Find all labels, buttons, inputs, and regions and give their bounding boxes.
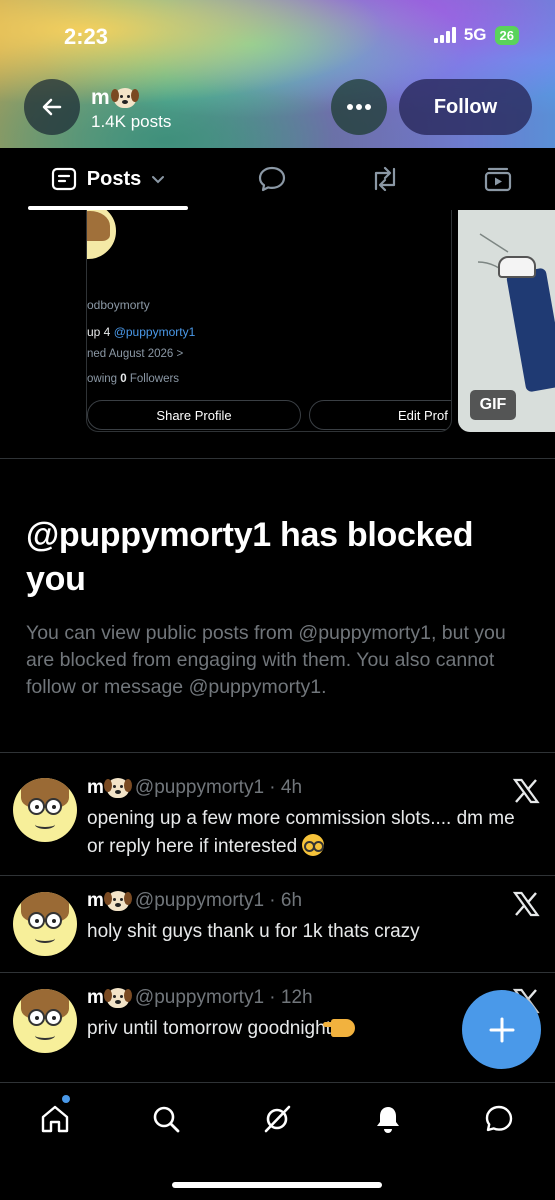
tab-media[interactable] — [482, 163, 514, 195]
post-item[interactable]: m @puppymorty1 · 6h holy shit guys thank… — [0, 876, 555, 972]
status-time: 2:23 — [64, 24, 109, 49]
blocked-title: @puppymorty1 has blocked you — [26, 516, 474, 598]
post-item[interactable]: m @puppymorty1 · 4h opening up a few mor… — [0, 753, 555, 875]
nav-search[interactable] — [148, 1101, 184, 1137]
posts-count: 1.4K posts — [91, 112, 172, 131]
profile-name: m — [91, 86, 110, 109]
gif-badge: GIF — [470, 390, 516, 420]
tab-reposts[interactable] — [369, 163, 401, 195]
blocked-description: You can view public posts from @puppymor… — [26, 622, 506, 698]
more-horizontal-icon — [347, 104, 371, 110]
bell-icon — [377, 1107, 399, 1133]
gif-cartoon-shoe — [498, 256, 536, 278]
x-logo-icon — [512, 891, 540, 917]
profile-screenshot-image[interactable]: odboymorty up 4 @puppymorty1 ned August … — [86, 210, 452, 432]
divider — [0, 458, 555, 459]
grok-icon — [264, 1105, 291, 1133]
post-text: holy shit guys thank u for 1k thats craz… — [87, 921, 420, 942]
compose-button[interactable] — [462, 990, 541, 1069]
tab-replies[interactable] — [256, 163, 288, 195]
nav-messages[interactable] — [481, 1101, 517, 1137]
follow-button[interactable]: Follow — [399, 79, 532, 135]
more-button[interactable] — [331, 79, 387, 135]
nav-notifications[interactable] — [370, 1101, 406, 1137]
nerd-face-emoji-icon — [302, 834, 325, 856]
media-icon — [484, 167, 512, 192]
network-label: 5G — [463, 25, 487, 44]
nav-grok[interactable] — [259, 1101, 295, 1137]
screenshot-joined: ned August 2026 > — [87, 348, 184, 360]
plus-icon — [489, 1017, 514, 1042]
status-indicators: 5G 26 — [433, 25, 519, 45]
tab-posts-label: Posts — [86, 167, 142, 190]
avatar[interactable] — [13, 778, 77, 842]
screenshot-counts: owing 0 Followers — [87, 373, 180, 385]
post-text: priv until tomorrow goodnight — [87, 1015, 527, 1043]
gif-thumbnail[interactable]: GIF — [458, 210, 555, 432]
back-button[interactable] — [24, 79, 80, 135]
screenshot-handle: odboymorty — [87, 298, 150, 312]
chevron-down-icon — [152, 176, 165, 184]
search-icon — [153, 1106, 180, 1133]
profile-tabs: Posts — [0, 148, 555, 210]
avatar[interactable] — [13, 892, 77, 956]
screenshot-share-profile: Share Profile — [87, 400, 301, 430]
screenshot-edit-profile: Edit Prof — [309, 400, 451, 430]
battery-indicator: 26 — [494, 25, 519, 45]
home-indicator — [172, 1182, 382, 1188]
dog-emoji-icon — [110, 88, 139, 108]
avatar[interactable] — [13, 989, 77, 1053]
screenshot-avatar — [87, 210, 119, 262]
speech-bubble-icon — [258, 166, 286, 192]
signal-icon — [433, 27, 456, 43]
arrow-left-icon — [42, 98, 62, 116]
screenshot-bio: up 4 @puppymorty1 — [87, 325, 196, 339]
home-icon — [41, 1105, 69, 1133]
x-logo-icon — [512, 778, 540, 804]
post-author[interactable]: m — [87, 777, 132, 799]
tab-posts[interactable]: Posts — [28, 148, 188, 210]
pointing-hand-emoji-icon — [322, 1019, 355, 1037]
media-strip: odboymorty up 4 @puppymorty1 ned August … — [0, 210, 555, 435]
dog-emoji-icon — [103, 988, 132, 1008]
dog-emoji-icon — [103, 778, 132, 798]
post-meta: @puppymorty1 · 12h — [134, 987, 313, 1008]
repost-icon — [374, 166, 396, 192]
post-text: opening up a few more commission slots..… — [87, 808, 515, 857]
profile-header: 2:23 5G 26 m 1.4K posts Follow — [0, 0, 555, 148]
post-meta: @puppymorty1 · 4h — [134, 777, 303, 798]
messages-icon — [485, 1105, 513, 1132]
post-meta: @puppymorty1 · 6h — [134, 890, 303, 911]
posts-list-icon — [51, 167, 76, 191]
notification-dot — [62, 1095, 70, 1103]
profile-title: m 1.4K posts — [91, 86, 171, 132]
nav-home[interactable] — [37, 1101, 73, 1137]
post-author[interactable]: m — [87, 987, 132, 1009]
post-author[interactable]: m — [87, 890, 132, 912]
dog-emoji-icon — [103, 891, 132, 911]
